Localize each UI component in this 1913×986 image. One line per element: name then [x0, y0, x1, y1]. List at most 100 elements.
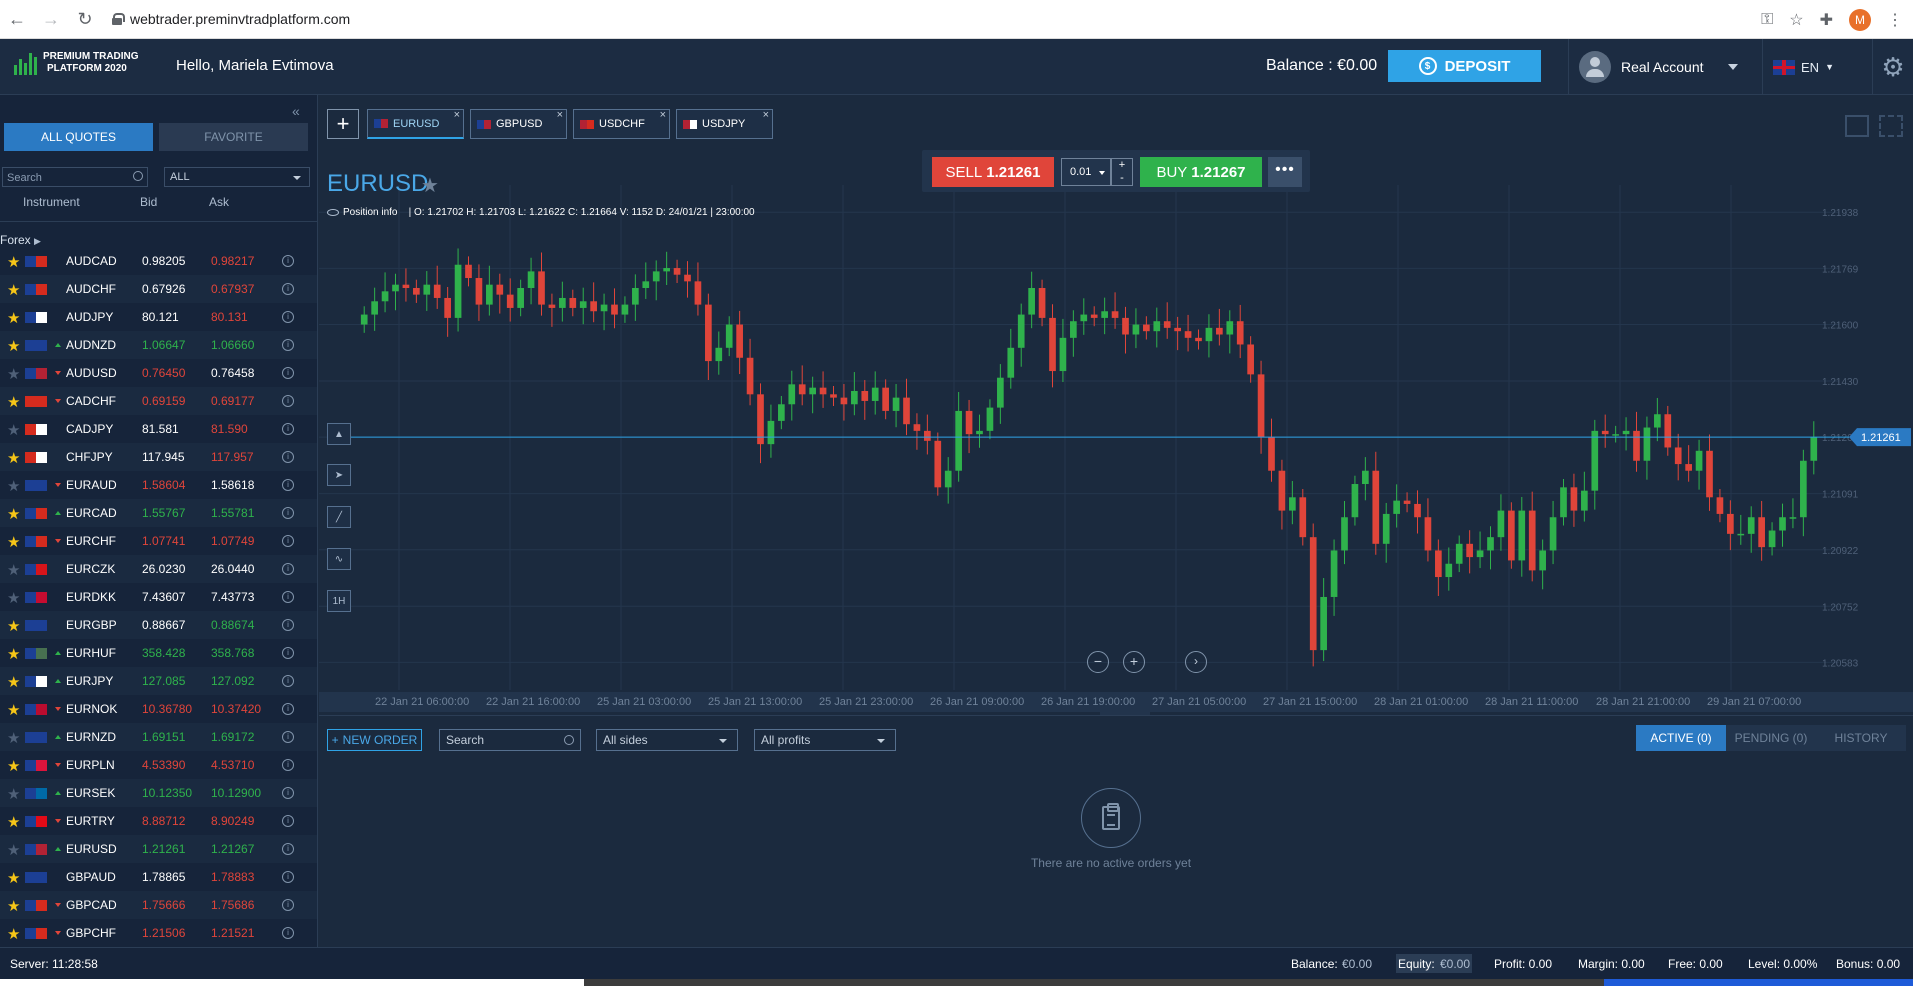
tab-all-quotes[interactable]: ALL QUOTES — [4, 123, 153, 151]
close-icon[interactable]: × — [454, 109, 460, 121]
candle-body[interactable] — [924, 430, 931, 441]
candle-body[interactable] — [496, 284, 504, 295]
candle-body[interactable] — [1195, 337, 1202, 342]
lot-stepper[interactable]: + - — [1111, 158, 1133, 186]
candle-body[interactable] — [1654, 414, 1661, 428]
candle-body[interactable] — [1737, 533, 1745, 536]
quote-row[interactable]: ★ GBPCAD 1.75666 1.75686 i — [0, 891, 317, 919]
candle-body[interactable] — [1372, 470, 1380, 544]
deposit-button[interactable]: $ DEPOSIT — [1388, 50, 1541, 82]
candle-body[interactable] — [944, 470, 952, 488]
quote-row[interactable]: ★ AUDUSD 0.76450 0.76458 i — [0, 359, 317, 387]
candle-body[interactable] — [1038, 287, 1046, 318]
favorite-star-icon[interactable]: ★ — [7, 785, 20, 803]
favorite-star-icon[interactable]: ★ — [7, 925, 20, 943]
info-icon[interactable]: i — [282, 507, 294, 519]
col-instrument[interactable]: Instrument — [23, 195, 80, 209]
candle-body[interactable] — [1414, 503, 1421, 518]
price-chart[interactable]: 1.21938 1.21769 1.21600 1.21430 1.21261 1.210… — [319, 185, 1913, 715]
candle-body[interactable] — [590, 301, 597, 312]
candle-body[interactable] — [1111, 311, 1119, 318]
cursor-tool-icon[interactable]: ➤ — [327, 464, 351, 486]
quote-row[interactable]: ★ EURAUD 1.58604 1.58618 i — [0, 471, 317, 499]
info-icon[interactable]: i — [282, 591, 294, 603]
info-icon[interactable]: i — [282, 675, 294, 687]
favorite-star-icon[interactable]: ★ — [7, 253, 20, 271]
candle-body[interactable] — [673, 268, 681, 275]
indicators-tool-icon[interactable]: ∿ — [327, 548, 351, 570]
candle-body[interactable] — [1330, 550, 1338, 597]
forward-icon[interactable]: → — [34, 2, 68, 36]
candle-body[interactable] — [1278, 470, 1286, 511]
candle-body[interactable] — [1028, 287, 1035, 315]
tab-favorite[interactable]: FAVORITE — [159, 123, 308, 151]
candle-body[interactable] — [694, 281, 702, 305]
quote-row[interactable]: ★ AUDJPY 80.121 80.131 i — [0, 303, 317, 331]
candle-body[interactable] — [746, 357, 754, 395]
candle-body[interactable] — [1362, 470, 1369, 485]
info-icon[interactable]: i — [282, 367, 294, 379]
grid-layout-icon[interactable] — [1845, 115, 1869, 137]
collapse-sidebar-icon[interactable]: « — [292, 103, 300, 119]
candle-body[interactable] — [965, 410, 973, 435]
info-icon[interactable]: i — [282, 479, 294, 491]
candle-body[interactable] — [871, 387, 879, 401]
candle-body[interactable] — [1664, 414, 1672, 448]
candle-body[interactable] — [1695, 450, 1703, 471]
chart-tab-usdjpy[interactable]: USDJPY × — [676, 109, 773, 139]
candle-body[interactable] — [1685, 464, 1692, 471]
candle-body[interactable] — [892, 397, 900, 411]
candle-body[interactable] — [1539, 550, 1546, 571]
candle-body[interactable] — [1226, 321, 1234, 335]
candle-body[interactable] — [1789, 517, 1797, 519]
info-icon[interactable]: i — [282, 255, 294, 267]
candle-body[interactable] — [1153, 321, 1161, 332]
account-selector[interactable]: Real Account — [1568, 39, 1750, 95]
candle-body[interactable] — [1289, 497, 1296, 511]
candle-body[interactable] — [1143, 324, 1150, 332]
candle-body[interactable] — [517, 287, 524, 308]
favorite-star-icon[interactable]: ★ — [7, 309, 20, 327]
quote-row[interactable]: ★ EURNZD 1.69151 1.69172 i — [0, 723, 317, 751]
favorite-star-icon[interactable]: ★ — [7, 421, 20, 439]
tab-history[interactable]: HISTORY — [1816, 725, 1906, 751]
candle-body[interactable] — [1476, 550, 1484, 558]
chart-tab-eurusd[interactable]: EURUSD × — [367, 109, 464, 139]
new-order-button[interactable]: + NEW ORDER — [327, 729, 422, 751]
order-search-input[interactable] — [440, 730, 558, 750]
candle-body[interactable] — [1487, 537, 1494, 551]
candle-body[interactable] — [559, 297, 566, 308]
candle-body[interactable] — [1633, 430, 1640, 461]
candle-body[interactable] — [684, 274, 691, 282]
candle-body[interactable] — [736, 324, 743, 358]
candle-body[interactable] — [527, 271, 535, 288]
favorite-star-icon[interactable]: ★ — [7, 841, 20, 859]
favorite-star-icon[interactable]: ★ — [7, 869, 20, 887]
minus-icon[interactable]: - — [1112, 172, 1132, 185]
candle-body[interactable] — [1591, 430, 1599, 491]
profits-select[interactable]: All profits — [754, 729, 896, 751]
candle-body[interactable] — [538, 271, 545, 305]
candle-body[interactable] — [1528, 510, 1536, 571]
candle-body[interactable] — [1309, 537, 1317, 651]
candle-body[interactable] — [381, 291, 389, 302]
candle-body[interactable] — [725, 324, 733, 348]
favorite-star-icon[interactable]: ★ — [7, 757, 20, 775]
candle-body[interactable] — [1466, 543, 1473, 558]
quote-row[interactable]: ★ EURUSD 1.21261 1.21267 i — [0, 835, 317, 863]
candle-body[interactable] — [1455, 543, 1463, 564]
candle-body[interactable] — [652, 271, 660, 282]
group-forex[interactable]: Forex ▶ — [0, 233, 41, 247]
quote-row[interactable]: ★ EURCHF 1.07741 1.07749 i — [0, 527, 317, 555]
candle-body[interactable] — [1497, 510, 1505, 538]
candle-body[interactable] — [913, 424, 921, 431]
info-icon[interactable]: i — [282, 731, 294, 743]
candle-body[interactable] — [611, 304, 618, 315]
candle-body[interactable] — [1403, 500, 1411, 504]
candle-body[interactable] — [882, 387, 889, 411]
buy-button[interactable]: BUY 1.21267 — [1140, 157, 1262, 187]
candle-body[interactable] — [423, 284, 431, 295]
add-chart-tab-button[interactable]: + — [327, 109, 359, 139]
quote-row[interactable]: ★ CADJPY 81.581 81.590 i — [0, 415, 317, 443]
candle-body[interactable] — [788, 384, 796, 405]
